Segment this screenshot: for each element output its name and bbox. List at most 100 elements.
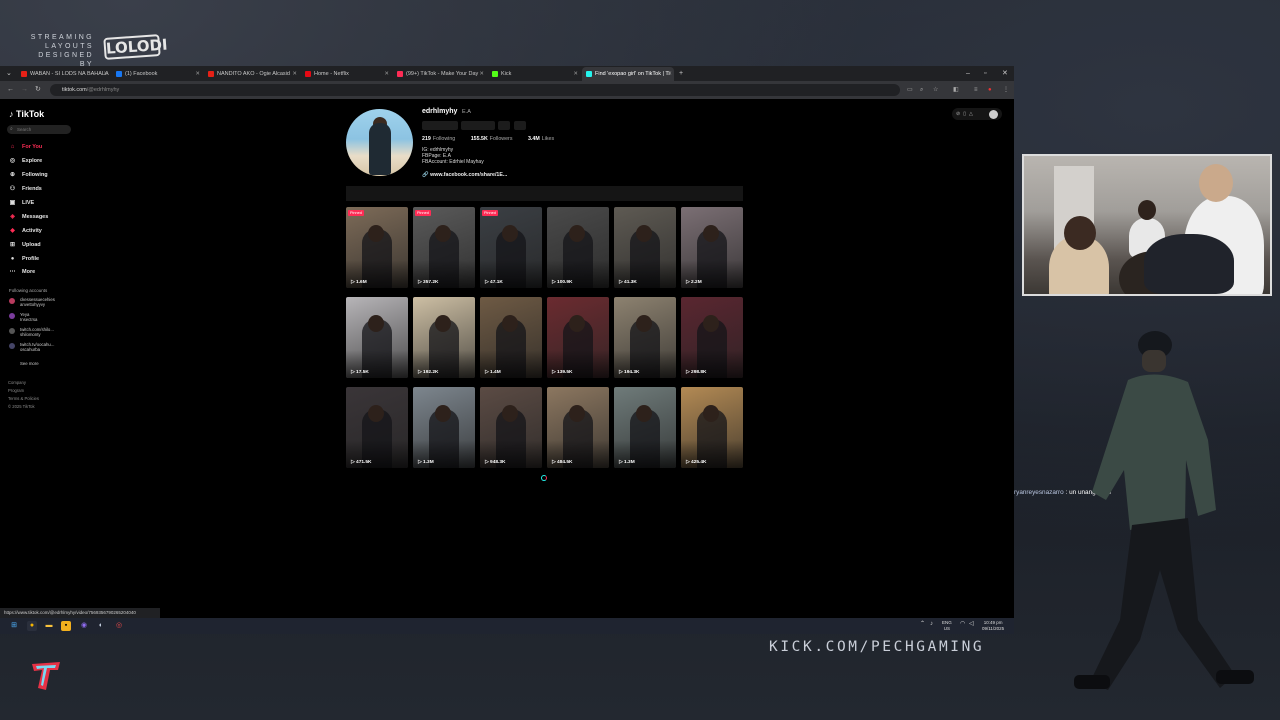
video-card[interactable]: ▷ 100.9K	[547, 207, 609, 288]
footer-link[interactable]: Program	[8, 388, 24, 393]
app-icon[interactable]: ▪	[61, 621, 71, 631]
obs-icon[interactable]: ◎	[114, 621, 124, 631]
bio-link[interactable]: 🔗 www.facebook.com/share/1E...	[422, 172, 507, 178]
profile-icon[interactable]: ●	[988, 86, 992, 94]
following-account[interactable]: ckessessuecehies anvettohyyvy	[9, 297, 55, 307]
nav-following[interactable]: ⊕ Following	[9, 171, 48, 179]
nav-friends[interactable]: ⚇ Friends	[9, 185, 42, 193]
explorer-icon[interactable]: ▬	[44, 621, 54, 631]
video-card[interactable]: ▷ 948.3K	[480, 387, 542, 468]
suggested-button[interactable]	[498, 121, 510, 130]
close-tab-icon[interactable]: ✕	[195, 67, 200, 81]
mic-icon[interactable]: ♪	[930, 621, 933, 628]
browser-tab[interactable]: Home - Netflix ✕	[301, 67, 391, 81]
media-icon[interactable]: ≡	[974, 86, 978, 94]
home-icon: ⌂	[10, 144, 15, 150]
browser-tab[interactable]: NANDITO AKO - Ogie Alcasid ✕	[204, 67, 299, 81]
video-card[interactable]: Pinned ▷ 1.6M	[346, 207, 408, 288]
tab-menu-icon[interactable]: ⌄	[6, 66, 12, 81]
user-avatar[interactable]	[989, 110, 998, 119]
nav-live[interactable]: ▣ LIVE	[9, 199, 35, 207]
video-card[interactable]: ▷ 194.3K	[614, 297, 676, 378]
language-indicator[interactable]: ENG US	[942, 620, 952, 631]
kick-url: KICK.COM/PECHGAMING	[769, 639, 985, 655]
browser-tab[interactable]: (1) Facebook ✕	[112, 67, 202, 81]
following-account[interactable]: twitch.tv/oocahu... oscahurba	[9, 342, 54, 352]
maximize-icon[interactable]: ▫	[984, 66, 986, 81]
thumbnail-head	[502, 225, 518, 242]
video-card[interactable]: ▷ 139.5K	[547, 297, 609, 378]
nav-messages[interactable]: ◈ Messages	[9, 213, 48, 221]
bookmark-star-icon[interactable]: ☆	[933, 86, 938, 94]
video-card[interactable]: ▷ 17.5K	[346, 297, 408, 378]
video-card[interactable]: ▷ 1.3M	[413, 387, 475, 468]
video-card[interactable]: ▷ 41.3K	[614, 207, 676, 288]
close-tab-icon[interactable]: ✕	[479, 67, 484, 81]
menu-dots-icon[interactable]: ⋮	[1003, 86, 1009, 94]
video-card[interactable]: ▷ 425.4K	[681, 387, 743, 468]
back-icon[interactable]: ←	[7, 84, 14, 96]
following-account[interactable]: twitch.com/shilo... shilomonty	[9, 327, 54, 337]
close-tab-icon[interactable]: ✕	[103, 67, 108, 81]
search-input[interactable]: ⌕ Search	[7, 125, 71, 134]
video-card[interactable]: ▷ 192.2K	[413, 297, 475, 378]
cast-icon[interactable]: ▭	[907, 86, 913, 94]
thumbnail-head	[636, 405, 652, 422]
discord-icon[interactable]: ◉	[79, 621, 89, 631]
nav-label: Following	[22, 172, 48, 178]
extensions-icon[interactable]: ◧	[953, 86, 959, 94]
video-card[interactable]: ▷ 298.8K	[681, 297, 743, 378]
nav-more[interactable]: ⋯ More	[9, 268, 36, 276]
clock[interactable]: 10:49 pm 09/11/2025	[982, 620, 1004, 631]
stat-followers[interactable]: 155.5K Followers	[471, 136, 520, 142]
stat-following[interactable]: 219 Following	[422, 136, 462, 142]
inbox-icon[interactable]: △	[969, 111, 976, 117]
tiktok-logo[interactable]: ♪ TikTok	[9, 109, 44, 119]
wifi-icon[interactable]: ◠	[960, 621, 965, 628]
nav-for-you[interactable]: ⌂ For You	[9, 143, 43, 151]
nav-profile[interactable]: ● Profile	[9, 255, 39, 263]
see-more-link[interactable]: See more	[9, 361, 39, 366]
video-card[interactable]: ▷ 1.3M	[614, 387, 676, 468]
close-tab-icon[interactable]: ✕	[573, 67, 578, 81]
close-tab-icon[interactable]: ✕	[384, 67, 389, 81]
profile-avatar[interactable]	[346, 109, 413, 176]
new-tab-icon[interactable]: +	[679, 66, 683, 81]
browser-tab[interactable]: WABAN - SI LODS NA BAHALA ✕	[17, 67, 110, 81]
chrome-icon[interactable]: ●	[27, 621, 37, 631]
url-input[interactable]: tiktok.com/@edrhlmyhy	[50, 84, 900, 96]
share-button[interactable]	[514, 121, 526, 130]
close-tab-icon[interactable]: ✕	[292, 67, 297, 81]
video-card[interactable]: Pinned ▷ 357.2K	[413, 207, 475, 288]
footer-link[interactable]: Terms & Policies	[8, 396, 39, 401]
thumbnail-head	[636, 315, 652, 332]
video-card[interactable]: ▷ 484.5K	[547, 387, 609, 468]
minimize-icon[interactable]: –	[966, 66, 970, 81]
close-tab-icon[interactable]: ✕	[667, 67, 672, 81]
close-window-icon[interactable]: ✕	[1002, 66, 1008, 81]
profile-username: edrhlmyhy	[422, 108, 458, 115]
lolodi-logo: LOLODI	[103, 34, 168, 60]
tray-chevron-icon[interactable]: ⌃	[920, 621, 925, 628]
nav-activity[interactable]: ◆ Activity	[9, 227, 42, 235]
browser-tab-active[interactable]: Find 'exopao girl' on TikTok | Ti ✕	[582, 67, 674, 81]
nav-explore[interactable]: ◎ Explore	[9, 157, 42, 165]
video-card[interactable]: Pinned ▷ 47.1K	[480, 207, 542, 288]
forward-icon[interactable]: →	[21, 84, 28, 96]
volume-icon[interactable]: ◁	[969, 621, 974, 628]
start-icon[interactable]: ⊞	[9, 621, 19, 631]
message-button[interactable]	[461, 121, 495, 130]
video-card[interactable]: ▷ 471.5K	[346, 387, 408, 468]
video-card[interactable]: ▷ 1.4M	[480, 297, 542, 378]
video-card[interactable]: ▷ 2.2M	[681, 207, 743, 288]
browser-tab[interactable]: (99+) TikTok - Make Your Day ✕	[393, 67, 486, 81]
footer-link[interactable]: Company	[8, 380, 26, 385]
browser-tab[interactable]: Kick ✕	[488, 67, 580, 81]
steam-icon[interactable]: ◐	[96, 621, 106, 631]
follow-button[interactable]	[422, 121, 458, 130]
view-count-text: 425.4K	[691, 460, 707, 465]
following-account[interactable]: Yeya Insectrsa	[9, 312, 37, 322]
reload-icon[interactable]: ↻	[35, 84, 41, 96]
zoom-icon[interactable]: ⌕	[920, 86, 923, 94]
nav-upload[interactable]: ⊞ Upload	[9, 241, 41, 249]
